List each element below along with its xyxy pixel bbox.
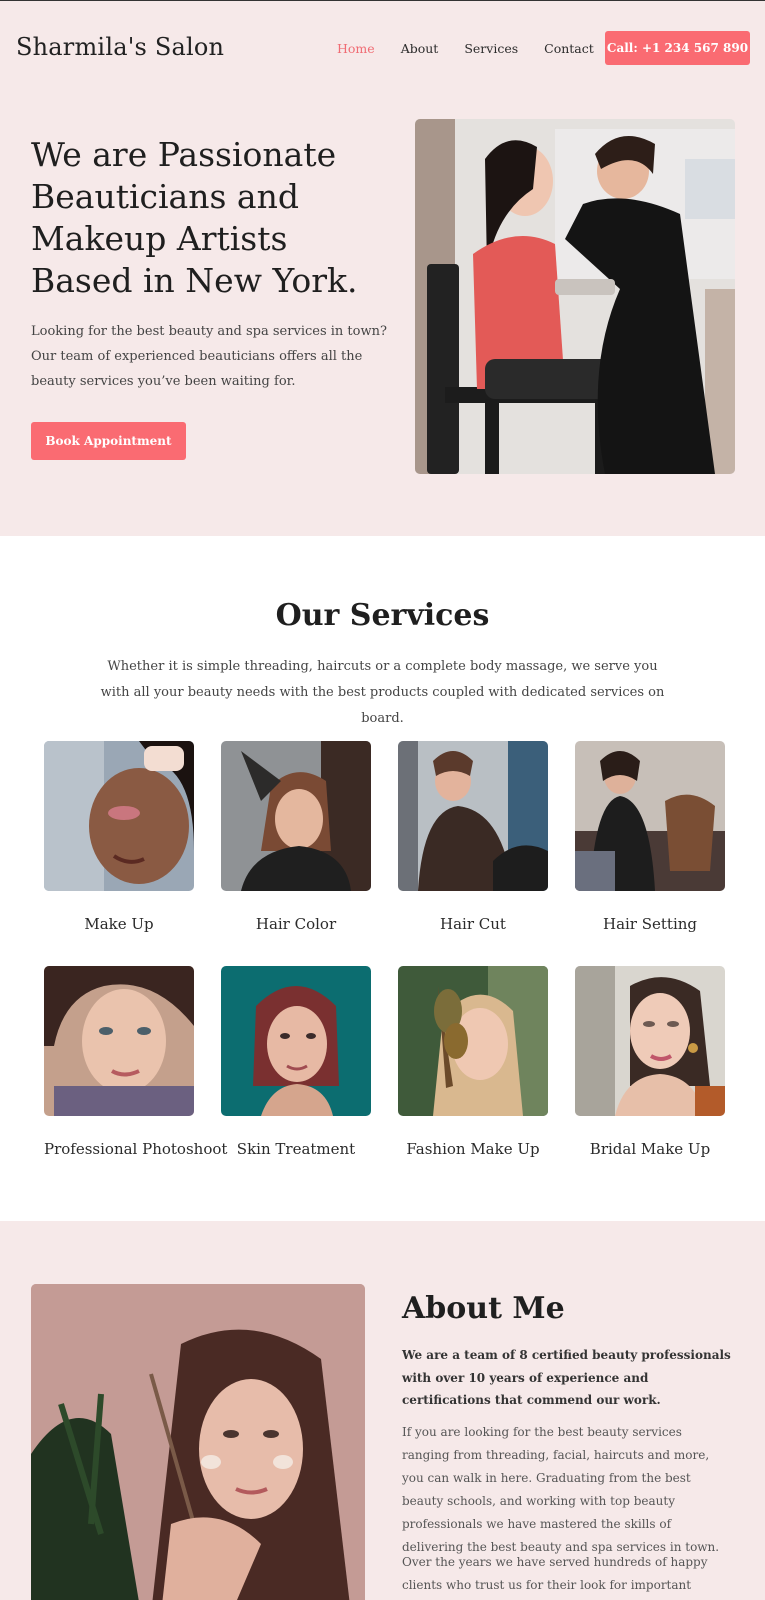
- about-photo-woman-with-brush: [31, 1284, 365, 1600]
- about-section: About Me We are a team of 8 certified be…: [0, 1221, 765, 1600]
- service-card-bridal-make-up[interactable]: Bridal Make Up: [575, 966, 725, 1158]
- service-card-fashion-make-up[interactable]: Fashion Make Up: [398, 966, 548, 1158]
- about-title: About Me: [402, 1291, 565, 1326]
- service-label: Make Up: [84, 915, 154, 933]
- service-card-professional-photoshoot[interactable]: Professional Photoshoot: [44, 966, 228, 1158]
- fashion-make-up-photo: [398, 966, 548, 1116]
- hair-cut-photo: [398, 741, 548, 891]
- hero-title: We are Passionate Beauticians and Makeup…: [31, 135, 358, 300]
- make-up-photo: [44, 741, 194, 891]
- service-label: Hair Cut: [440, 915, 506, 933]
- site-logo[interactable]: Sharmila's Salon: [16, 33, 224, 61]
- nav-services[interactable]: Services: [464, 41, 518, 56]
- service-label: Bridal Make Up: [589, 1140, 711, 1158]
- main-nav: Home About Services Contact: [337, 41, 594, 56]
- hero-section: Sharmila's Salon Home About Services Con…: [0, 1, 765, 536]
- bridal-make-up-photo: [575, 966, 725, 1116]
- service-card-hair-color[interactable]: Hair Color: [221, 741, 371, 933]
- about-lead: We are a team of 8 certified beauty prof…: [402, 1348, 731, 1407]
- book-appointment-button[interactable]: Book Appointment: [31, 422, 186, 460]
- nav-contact[interactable]: Contact: [544, 41, 594, 56]
- call-button[interactable]: Call: +1 234 567 890: [605, 31, 750, 65]
- service-label: Professional Photoshoot: [44, 1140, 228, 1158]
- services-section: Our Services Whether it is simple thread…: [0, 536, 765, 1221]
- about-paragraph-1: If you are looking for the best beauty s…: [402, 1425, 720, 1554]
- photoshoot-photo: [44, 966, 194, 1116]
- hero-description: Looking for the best beauty and spa serv…: [31, 324, 387, 389]
- skin-treatment-photo: [221, 966, 371, 1116]
- nav-home[interactable]: Home: [337, 41, 375, 56]
- service-card-hair-setting[interactable]: Hair Setting: [575, 741, 725, 933]
- service-card-make-up[interactable]: Make Up: [44, 741, 194, 933]
- service-card-hair-cut[interactable]: Hair Cut: [398, 741, 548, 933]
- hair-setting-photo: [575, 741, 725, 891]
- site-header: Sharmila's Salon Home About Services Con…: [0, 1, 765, 93]
- service-label: Hair Color: [255, 915, 337, 933]
- service-label: Hair Setting: [602, 915, 698, 933]
- hair-color-photo: [221, 741, 371, 891]
- services-description: Whether it is simple threading, haircuts…: [100, 659, 665, 726]
- services-title: Our Services: [275, 598, 490, 633]
- nav-about[interactable]: About: [401, 41, 439, 56]
- about-paragraph-2: Over the years we have served hundreds o…: [402, 1555, 708, 1592]
- service-label: Skin Treatment: [236, 1140, 356, 1158]
- service-label: Fashion Make Up: [406, 1140, 540, 1158]
- hero-photo-makeup-artist: [415, 119, 735, 474]
- service-card-skin-treatment[interactable]: Skin Treatment: [221, 966, 371, 1158]
